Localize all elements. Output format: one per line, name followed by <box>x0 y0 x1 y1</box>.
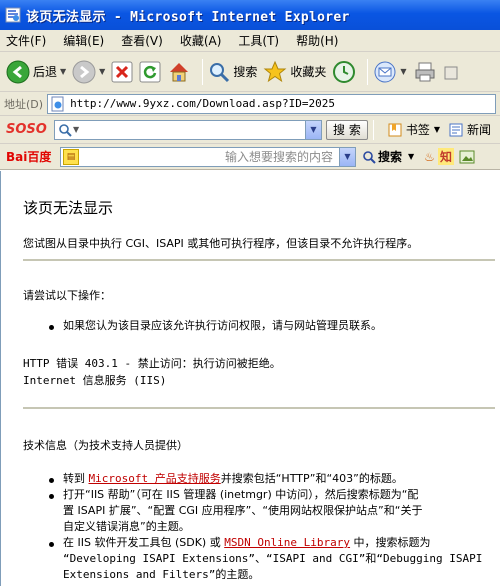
menu-tools[interactable]: 工具(T) <box>238 32 279 49</box>
tech-item-1: 转到 Microsoft 产品支持服务并搜索包括“HTTP”和“403”的标题。 <box>63 472 403 485</box>
baidu-search-placeholder: 输入想要搜索的内容 <box>224 150 333 164</box>
menu-edit[interactable]: 编辑(E) <box>63 32 104 49</box>
ie-icon <box>5 7 21 23</box>
home-icon <box>170 62 189 81</box>
bullet-dot <box>49 325 54 330</box>
baidu-search-input[interactable]: ▤ 输入想要搜索的内容 ▼ <box>60 146 356 167</box>
soso-news-button[interactable]: 新闻 <box>448 121 491 138</box>
chevron-down-icon[interactable]: ▼ <box>99 67 105 76</box>
history-list-icon[interactable]: ▤ <box>63 148 79 165</box>
page-icon <box>51 96 64 111</box>
toolbar-separator <box>372 119 374 140</box>
news-icon <box>449 123 463 136</box>
iis-line: Internet 信息服务 (IIS) <box>23 374 167 387</box>
soso-logo-left: SO <box>6 122 27 137</box>
bookmark-icon <box>388 123 402 136</box>
back-label: 后退 <box>33 65 58 79</box>
back-button[interactable]: 后退 ▼ <box>6 60 66 84</box>
chevron-down-icon[interactable]: ▼ <box>434 125 440 134</box>
soso-logo-right: SO <box>26 122 47 137</box>
try-heading: 请尝试以下操作： <box>23 289 111 302</box>
divider <box>23 407 495 409</box>
search-button[interactable]: 搜索 <box>208 61 257 83</box>
back-arrow-icon <box>6 60 30 83</box>
msdn-link[interactable]: MSDN Online Library <box>224 536 350 549</box>
toolbar-separator <box>202 58 204 85</box>
mail-icon <box>374 61 396 82</box>
edit-button[interactable] <box>443 61 459 83</box>
soso-logo[interactable]: SOSO <box>6 122 54 137</box>
soso-search-input[interactable]: ▼ ▼ <box>54 119 322 140</box>
menu-help[interactable]: 帮助(H) <box>296 32 338 49</box>
soso-dropdown-button[interactable]: ▼ <box>305 120 321 139</box>
stop-icon <box>111 61 133 82</box>
bullet-dot <box>49 478 54 483</box>
search-icon <box>363 150 376 164</box>
soso-toolbar: SOSO ▼ ▼ 搜 索 书签 ▼ 新闻 <box>0 116 500 144</box>
divider <box>23 259 495 261</box>
bullet-dot <box>49 494 54 499</box>
printer-icon <box>415 62 435 81</box>
refresh-button[interactable] <box>139 61 161 83</box>
paw-icon: ♨ <box>424 149 435 164</box>
search-icon <box>59 123 72 137</box>
toolbar-separator <box>367 58 369 85</box>
history-button[interactable] <box>332 60 356 84</box>
favorites-label: 收藏夹 <box>290 65 327 79</box>
standard-toolbar: 后退 ▼ ▼ 搜索 收藏夹 ▼ <box>0 52 500 92</box>
baidu-zhidao-button[interactable]: ♨ 知 <box>424 148 475 165</box>
tech-heading: 技术信息（为技术支持人员提供） <box>23 439 188 452</box>
chevron-down-icon[interactable]: ▼ <box>60 67 66 76</box>
baidu-dropdown-button[interactable]: ▼ <box>339 147 355 166</box>
page-title: 该页无法显示 <box>23 199 114 217</box>
menu-file[interactable]: 文件(F) <box>6 32 46 49</box>
tech-item-3: 在 IIS 软件开发工具包 (SDK) 或 MSDN Online Librar… <box>63 536 483 581</box>
page-content: 该页无法显示 您试图从目录中执行 CGI、ISAPI 或其他可执行程序，但该目录… <box>0 171 500 586</box>
address-label: 地址(D) <box>4 97 44 111</box>
forward-button[interactable]: ▼ <box>72 60 105 84</box>
chevron-down-icon[interactable]: ▼ <box>408 152 414 161</box>
favorites-button[interactable]: 收藏夹 <box>263 60 326 84</box>
chevron-down-icon[interactable]: ▼ <box>400 67 406 76</box>
address-url: http://www.9yxz.com/Download.asp?ID=2025 <box>70 97 335 110</box>
baidu-logo[interactable]: Bai百度 <box>6 148 60 165</box>
baidu-toolbar: Bai百度 ▤ 输入想要搜索的内容 ▼ 搜索 ▼ ♨ 知 <box>0 144 500 170</box>
menu-bar: 文件(F) 编辑(E) 查看(V) 收藏(A) 工具(T) 帮助(H) <box>0 30 500 52</box>
baidu-logo-left: Bai <box>6 150 28 164</box>
image-icon <box>459 150 475 163</box>
menu-favorites[interactable]: 收藏(A) <box>180 32 222 49</box>
address-input[interactable]: http://www.9yxz.com/Download.asp?ID=2025 <box>47 93 496 114</box>
tech-item-2: 打开“IIS 帮助”（可在 IIS 管理器 (inetmgr) 中访问），然后搜… <box>63 488 423 533</box>
baidu-search-button[interactable]: 搜索 ▼ <box>362 148 414 165</box>
title-bar: 该页无法显示 - Microsoft Internet Explorer <box>0 0 500 30</box>
try-item: 如果您认为该目录应该允许执行访问权限，请与网站管理员联系。 <box>63 319 382 332</box>
forward-arrow-icon <box>72 60 96 83</box>
home-button[interactable] <box>167 60 191 84</box>
address-bar: 地址(D) http://www.9yxz.com/Download.asp?I… <box>0 92 500 116</box>
history-icon <box>333 60 356 83</box>
stop-button[interactable] <box>111 61 133 83</box>
baidu-logo-right: 百度 <box>27 150 52 164</box>
bullet-dot <box>49 542 54 547</box>
edit-icon <box>444 66 458 79</box>
menu-view[interactable]: 查看(V) <box>121 32 163 49</box>
chevron-down-icon[interactable]: ▼ <box>73 125 79 134</box>
search-icon <box>210 62 230 82</box>
soso-search-button[interactable]: 搜 索 <box>326 119 368 140</box>
star-icon <box>263 60 287 82</box>
window-title: 该页无法显示 - Microsoft Internet Explorer <box>26 9 350 25</box>
support-link[interactable]: Microsoft 产品支持服务 <box>89 472 221 485</box>
intro-text: 您试图从目录中执行 CGI、ISAPI 或其他可执行程序，但该目录不允许执行程序… <box>23 237 419 250</box>
refresh-icon <box>139 61 161 82</box>
baidu-search-label: 搜索 <box>378 150 403 164</box>
error-code-line: HTTP 错误 403.1 - 禁止访问：执行访问被拒绝。 <box>23 357 281 370</box>
mail-button[interactable]: ▼ <box>373 60 407 84</box>
soso-bookmark-button[interactable]: 书签 ▼ <box>387 121 440 138</box>
print-button[interactable] <box>413 60 437 84</box>
baidu-zhidao-label: 知 <box>437 148 454 165</box>
soso-news-label: 新闻 <box>467 123 492 137</box>
soso-bookmark-label: 书签 <box>405 123 430 137</box>
search-label: 搜索 <box>233 65 258 79</box>
